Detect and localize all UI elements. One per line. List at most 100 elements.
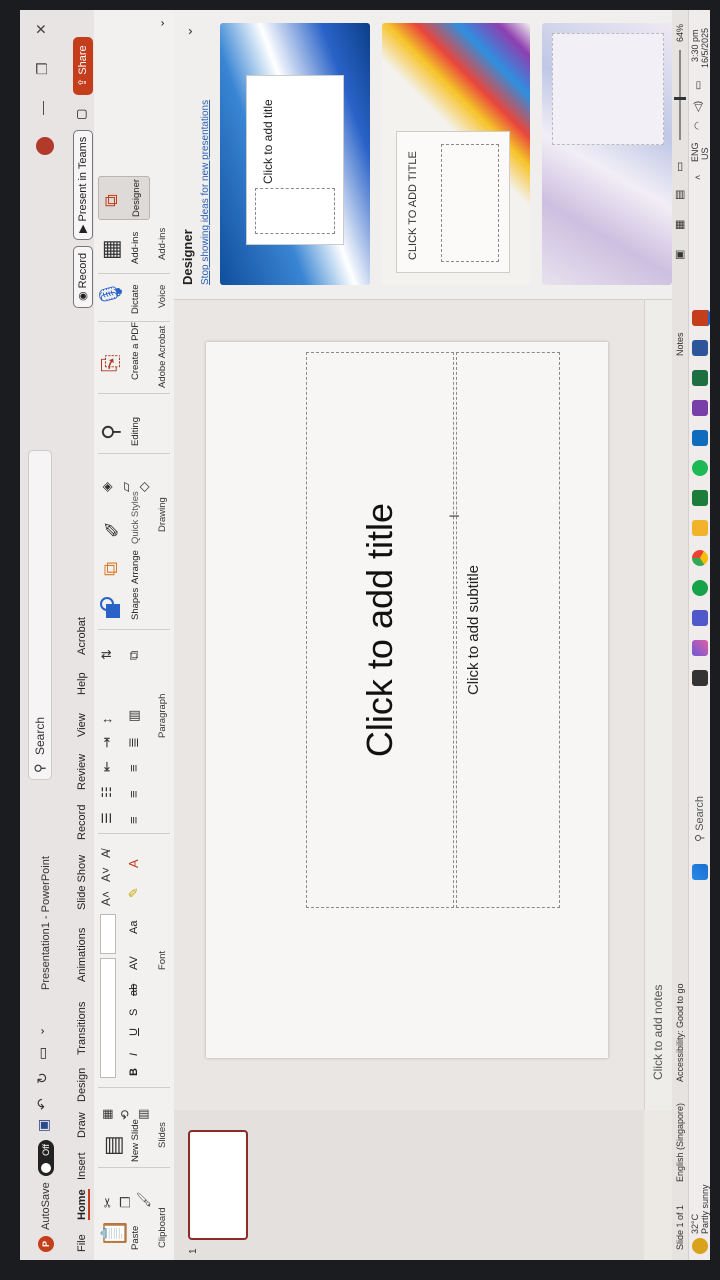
paste-label[interactable]: Paste bbox=[130, 1226, 141, 1250]
spotify-icon[interactable] bbox=[692, 460, 708, 476]
text-direction-icon[interactable]: ⇅ bbox=[99, 649, 115, 660]
clear-formatting-icon[interactable]: A̸ bbox=[99, 850, 113, 858]
numbering-icon[interactable]: ☷ bbox=[99, 786, 115, 798]
shadow-button[interactable]: S bbox=[128, 1009, 140, 1016]
language-status[interactable]: English (Singapore) bbox=[672, 1103, 688, 1182]
powerpoint-taskbar-icon[interactable] bbox=[692, 310, 710, 326]
account-avatar[interactable] bbox=[36, 137, 54, 155]
comments-icon[interactable]: ▢ bbox=[74, 109, 88, 120]
font-family-select[interactable] bbox=[100, 958, 116, 1078]
reset-icon[interactable]: ⟲ bbox=[118, 1110, 132, 1120]
designer-button[interactable]: ⧉ Designer bbox=[98, 176, 150, 220]
store-icon[interactable] bbox=[692, 490, 708, 506]
create-pdf-label[interactable]: Create a PDF bbox=[130, 322, 141, 380]
decrease-font-icon[interactable]: A˅ bbox=[99, 867, 113, 882]
edge-icon[interactable] bbox=[692, 580, 708, 596]
highlight-icon[interactable]: ✎ bbox=[126, 887, 142, 898]
bold-button[interactable]: B bbox=[128, 1068, 140, 1076]
onenote-icon[interactable] bbox=[692, 400, 708, 416]
find-icon[interactable]: ⚲ bbox=[98, 424, 124, 440]
justify-icon[interactable]: ≣ bbox=[126, 737, 142, 748]
tab-view[interactable]: View bbox=[76, 713, 88, 737]
tab-draw[interactable]: Draw bbox=[76, 1112, 88, 1138]
stop-showing-ideas-link[interactable]: Stop showing ideas for new presentations bbox=[200, 100, 211, 285]
present-from-start-icon[interactable]: ▭ bbox=[34, 1047, 51, 1060]
font-size-select[interactable] bbox=[100, 914, 116, 954]
format-painter-icon[interactable]: 🖌 bbox=[136, 1191, 152, 1208]
change-case-button[interactable]: Aa bbox=[128, 921, 140, 934]
taskbar-search[interactable]: ⚲ Search bbox=[693, 796, 706, 842]
layout-icon[interactable]: ▦ bbox=[100, 1109, 114, 1120]
tab-transitions[interactable]: Transitions bbox=[76, 1002, 88, 1055]
tab-insert[interactable]: Insert bbox=[76, 1152, 88, 1180]
search-box[interactable]: ⚲ Search bbox=[28, 450, 52, 780]
teams-icon[interactable] bbox=[692, 610, 708, 626]
increase-indent-icon[interactable]: ⇥ bbox=[99, 737, 115, 748]
shape-outline-icon[interactable]: ▱ bbox=[118, 482, 134, 492]
chrome-icon[interactable] bbox=[692, 550, 708, 566]
subtitle-placeholder[interactable]: Click to add subtitle bbox=[456, 352, 560, 908]
tab-slide-show[interactable]: Slide Show bbox=[76, 855, 88, 910]
slide-thumbnail[interactable] bbox=[188, 1130, 248, 1240]
record-button[interactable]: ◉ Record bbox=[73, 245, 93, 308]
align-left-icon[interactable]: ≡ bbox=[126, 816, 141, 824]
tab-help[interactable]: Help bbox=[76, 672, 88, 695]
bullets-icon[interactable]: ☰ bbox=[99, 812, 115, 824]
undo-icon[interactable]: ↶ bbox=[34, 1098, 51, 1110]
slideshow-view-icon[interactable]: ▭ bbox=[672, 162, 688, 172]
quick-styles-icon[interactable]: ✐ bbox=[100, 521, 125, 538]
ribbon-collapse-icon[interactable]: ⌄ bbox=[154, 19, 167, 28]
shapes-label[interactable]: Shapes bbox=[130, 588, 141, 620]
editing-label[interactable]: Editing bbox=[130, 417, 141, 446]
accessibility-status[interactable]: Accessibility: Good to go bbox=[672, 983, 688, 1082]
tab-home[interactable]: Home bbox=[76, 1189, 90, 1220]
slide[interactable]: Click to add title Click to add subtitle… bbox=[206, 342, 608, 1058]
align-right-icon[interactable]: ≡ bbox=[126, 764, 141, 772]
decrease-indent-icon[interactable]: ⇤ bbox=[99, 761, 115, 772]
customize-toolbar-icon[interactable]: ⌄ bbox=[34, 1027, 47, 1036]
tab-file[interactable]: File bbox=[76, 1234, 88, 1252]
dictate-label[interactable]: Dictate bbox=[130, 284, 141, 314]
tab-record[interactable]: Record bbox=[76, 805, 88, 840]
weather-icon[interactable] bbox=[692, 1238, 708, 1254]
strikethrough-button[interactable]: ab bbox=[128, 984, 140, 996]
tab-animations[interactable]: Animations bbox=[76, 928, 88, 982]
section-icon[interactable]: ▥ bbox=[136, 1109, 150, 1120]
slide-sorter-icon[interactable]: ▦ bbox=[672, 220, 688, 230]
line-spacing-icon[interactable]: ↕ bbox=[99, 718, 114, 725]
design-idea-card[interactable]: CLICK TO ADD TITLE bbox=[382, 23, 530, 285]
wifi-icon[interactable]: ◠ bbox=[693, 121, 704, 130]
input-language[interactable]: ENG bbox=[690, 142, 700, 162]
close-icon[interactable]: ✕ bbox=[33, 23, 50, 35]
excel-icon[interactable] bbox=[692, 370, 708, 386]
design-idea-card[interactable]: Click to add title bbox=[220, 23, 370, 285]
tab-design[interactable]: Design bbox=[76, 1068, 88, 1102]
design-idea-card[interactable] bbox=[542, 23, 672, 285]
reading-view-icon[interactable]: ▤ bbox=[672, 190, 688, 200]
task-view-icon[interactable] bbox=[692, 670, 708, 686]
save-icon[interactable]: ▣ bbox=[35, 1119, 52, 1132]
increase-font-icon[interactable]: A˄ bbox=[99, 891, 113, 906]
arrange-icon[interactable]: ⧉ bbox=[100, 562, 123, 576]
hidden-icons-chevron-icon[interactable]: ˄ bbox=[693, 175, 703, 180]
share-button[interactable]: ⇪ Share bbox=[73, 37, 93, 95]
shapes-icon[interactable] bbox=[100, 596, 122, 618]
outlook-icon[interactable] bbox=[692, 430, 708, 446]
battery-icon[interactable]: ▭ bbox=[693, 81, 704, 90]
font-color-icon[interactable]: A bbox=[126, 859, 141, 868]
pane-options-icon[interactable]: ⌄ bbox=[180, 26, 196, 37]
addins-icon[interactable]: ▦ bbox=[98, 239, 124, 260]
copilot-icon[interactable] bbox=[692, 640, 708, 656]
normal-view-icon[interactable]: ▣ bbox=[672, 250, 688, 260]
microphone-icon[interactable]: 🎙 bbox=[98, 280, 124, 308]
new-slide-icon[interactable]: ▤ bbox=[100, 1135, 126, 1156]
italic-button[interactable]: I bbox=[128, 1053, 140, 1056]
create-pdf-icon[interactable]: ⎘ bbox=[98, 354, 124, 372]
columns-icon[interactable]: ▥ bbox=[126, 710, 142, 722]
underline-button[interactable]: U bbox=[128, 1028, 140, 1036]
new-slide-label[interactable]: New Slide bbox=[130, 1119, 141, 1162]
title-placeholder[interactable]: Click to add title bbox=[306, 352, 454, 908]
volume-icon[interactable]: ◁) bbox=[693, 101, 704, 112]
shape-effects-icon[interactable]: ◇ bbox=[136, 482, 152, 492]
zoom-slider[interactable] bbox=[674, 50, 686, 140]
